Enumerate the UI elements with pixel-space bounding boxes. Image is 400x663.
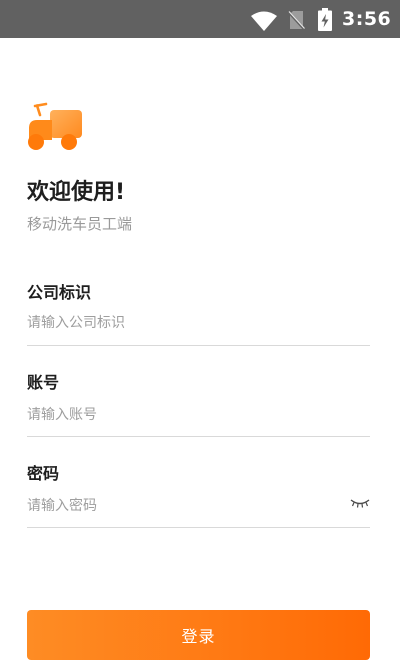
account-input[interactable] [27,403,337,427]
password-divider [27,527,370,528]
page-subtitle: 移动洗车员工端 [27,215,133,233]
login-button[interactable]: 登录 [27,610,370,660]
login-screen: 3:56 欢迎使用! 移动洗车员工端 公司标识 账号 密码 登录 [0,0,400,663]
company-input[interactable] [27,311,337,335]
status-bar: 3:56 [0,0,400,38]
no-sim-icon [288,11,305,30]
truck-icon [28,102,82,150]
account-label: 账号 [27,373,60,392]
battery-charging-icon [318,8,332,31]
status-time: 3:56 [342,8,392,30]
wifi-icon [251,11,277,31]
page-title: 欢迎使用! [27,180,126,205]
account-divider [27,436,370,437]
password-label: 密码 [27,464,60,483]
company-label: 公司标识 [27,283,92,302]
company-divider [27,345,370,346]
eye-closed-icon[interactable] [350,498,370,510]
password-input[interactable] [27,494,327,518]
